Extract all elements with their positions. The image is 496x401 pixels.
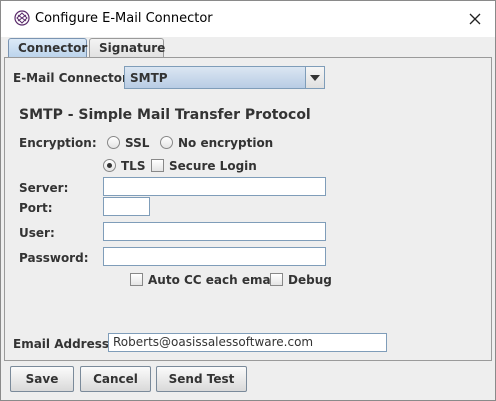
ssl-radio[interactable] [107, 136, 120, 149]
secure-login-label: Secure Login [169, 159, 257, 173]
close-icon [469, 13, 481, 25]
auto-cc-label: Auto CC each email [148, 273, 279, 287]
email-address-input[interactable]: Roberts@oasissalessoftware.com [108, 333, 387, 352]
secure-login-checkbox[interactable] [151, 159, 164, 172]
email-connector-label: E-Mail Connector: [13, 71, 133, 85]
app-icon [14, 10, 30, 26]
port-input[interactable] [103, 197, 150, 216]
encryption-label: Encryption: [19, 136, 97, 150]
password-input[interactable] [103, 247, 326, 266]
connector-panel: E-Mail Connector: SMTP SMTP - Simple Mai… [4, 57, 492, 361]
close-button[interactable] [459, 5, 491, 33]
tls-radio[interactable] [103, 159, 116, 172]
email-address-label: Email Address: [13, 337, 114, 351]
tls-radio-label: TLS [121, 159, 146, 173]
auto-cc-checkbox[interactable] [130, 273, 143, 286]
port-label: Port: [19, 201, 53, 215]
cancel-button[interactable]: Cancel [80, 366, 151, 392]
tab-signature[interactable]: Signature [89, 38, 166, 57]
user-label: User: [19, 226, 55, 240]
window-title: Configure E-Mail Connector [35, 11, 213, 26]
password-label: Password: [19, 251, 89, 265]
ssl-radio-label: SSL [125, 136, 150, 150]
tab-signature-label: Signature [99, 41, 166, 55]
email-connector-selected: SMTP [130, 71, 168, 85]
dropdown-arrow-button[interactable] [305, 67, 324, 88]
protocol-heading: SMTP - Simple Mail Transfer Protocol [19, 107, 311, 123]
no-encryption-radio[interactable] [160, 136, 173, 149]
tab-strip: Connector Signature [4, 37, 492, 57]
send-test-button[interactable]: Send Test [156, 366, 247, 392]
save-button[interactable]: Save [10, 366, 74, 392]
tab-connector[interactable]: Connector [8, 38, 87, 57]
server-input[interactable] [103, 177, 326, 196]
chevron-down-icon [310, 74, 320, 81]
configure-email-connector-dialog: Configure E-Mail Connector Connector Sig… [0, 0, 496, 401]
user-input[interactable] [103, 222, 326, 241]
send-test-button-label: Send Test [168, 372, 235, 386]
tab-connector-label: Connector [18, 41, 88, 55]
no-encryption-radio-label: No encryption [178, 136, 274, 150]
debug-checkbox[interactable] [270, 273, 283, 286]
debug-label: Debug [288, 273, 332, 287]
save-button-label: Save [25, 372, 59, 386]
title-bar: Configure E-Mail Connector [1, 1, 495, 37]
server-label: Server: [19, 181, 69, 195]
cancel-button-label: Cancel [93, 372, 138, 386]
email-connector-dropdown[interactable]: SMTP [124, 66, 325, 89]
